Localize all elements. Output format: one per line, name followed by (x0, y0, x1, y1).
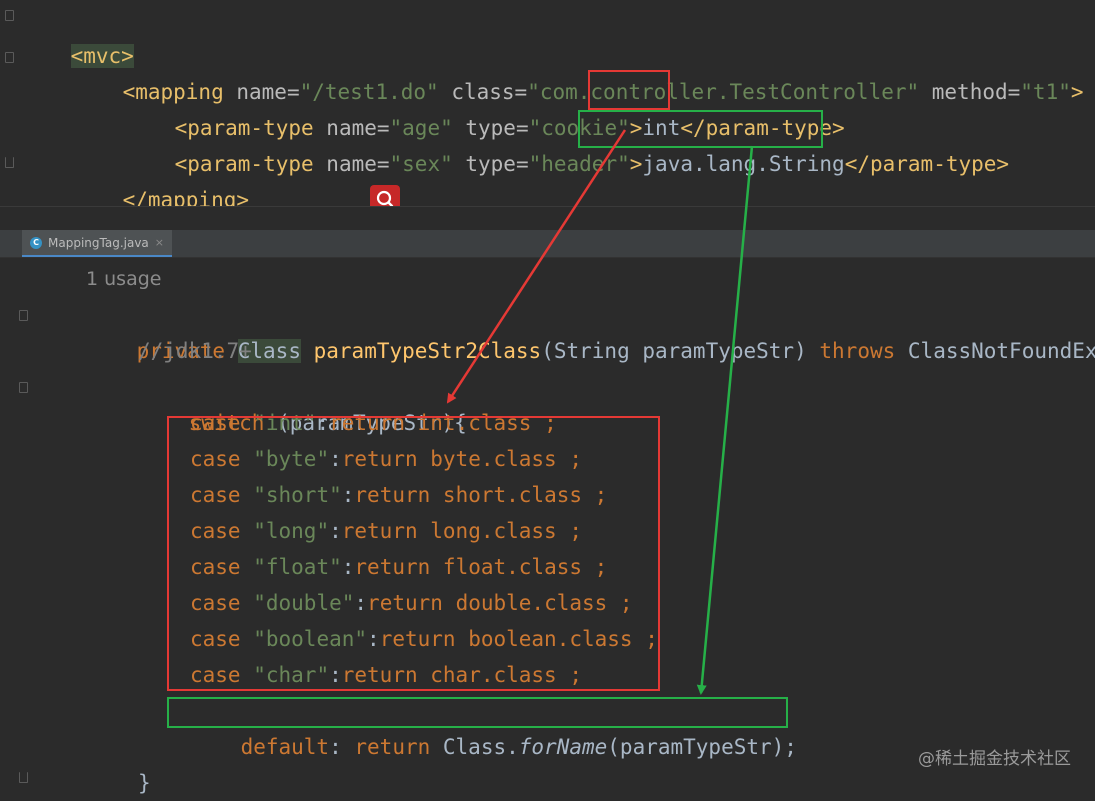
primitive-cases-box (167, 416, 660, 691)
switch-statement: switch (paramTypeStr){ (188, 411, 467, 435)
xml-line-param-age: <param-type name="age" type="cookie">int… (174, 116, 845, 140)
java-class-icon: C (30, 236, 42, 249)
fold-marker[interactable] (19, 310, 28, 321)
editor-tab-bar: C MappingTag.java × (0, 230, 1095, 258)
usage-hint[interactable]: 1 usage (86, 261, 161, 297)
xml-editor-pane[interactable]: <mvc> <mapping name="/test1.do" class="c… (0, 0, 1095, 212)
fold-marker[interactable] (5, 10, 14, 21)
tab-label: MappingTag.java (48, 235, 149, 250)
fold-marker[interactable] (5, 52, 14, 63)
default-case-box (167, 697, 788, 728)
int-highlight-box (588, 70, 670, 110)
fold-marker[interactable] (19, 382, 28, 393)
method-signature: private Class paramTypeStr2Class(String … (136, 339, 1095, 363)
fold-marker[interactable] (5, 157, 14, 168)
closing-brace: } (138, 771, 151, 795)
fold-marker[interactable] (19, 772, 28, 783)
string-highlight-box (578, 110, 823, 148)
xml-line-param-sex: <param-type name="sex" type="header">jav… (174, 152, 1010, 176)
tab-mappingtag-java[interactable]: C MappingTag.java × (22, 230, 172, 257)
close-icon[interactable]: × (155, 236, 164, 249)
xml-line-mvc: <mvc> (20, 2, 134, 68)
xml-line-mapping: <mapping name="/test1.do" class="com.con… (122, 80, 1084, 104)
code-comment: //jdk1.7+ (138, 339, 252, 363)
watermark: @稀土掘金技术社区 (918, 749, 1071, 769)
xml-line-mapping-close: </mapping> (122, 188, 250, 212)
pane-splitter[interactable] (0, 206, 1095, 231)
